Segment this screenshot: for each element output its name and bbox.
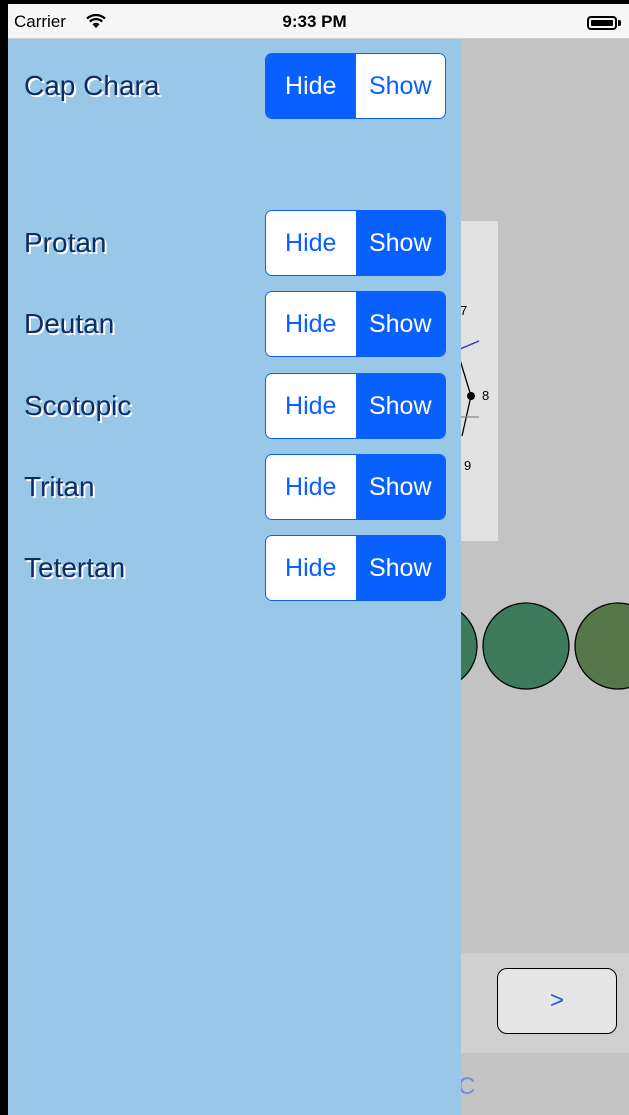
cap-point [467,392,475,400]
clock: 9:33 PM [282,12,347,31]
hide-segment[interactable]: Hide [266,54,356,118]
tetertan-toggle[interactable]: Hide Show [265,535,446,601]
device-frame-left [0,0,8,1115]
scotopic-label: Scotopic [24,390,132,421]
color-cap[interactable] [574,602,629,690]
battery-icon [587,16,617,30]
hide-segment[interactable]: Hide [266,292,356,356]
hide-segment[interactable]: Hide [266,536,356,600]
color-caps-row [440,602,629,690]
device-frame-top [0,0,629,4]
hide-segment[interactable]: Hide [266,374,356,438]
show-segment[interactable]: Show [355,374,445,438]
hide-segment[interactable]: Hide [266,455,356,519]
protan-label: Protan [24,227,107,258]
protan-toggle[interactable]: Hide Show [265,210,446,276]
show-segment[interactable]: Show [355,536,445,600]
show-segment[interactable]: Show [355,455,445,519]
battery-tip [618,20,621,26]
cap-number-label: 7 [460,303,468,318]
tritan-label: Tritan [24,471,95,502]
tritan-toggle[interactable]: Hide Show [265,454,446,520]
color-cap[interactable] [482,602,570,690]
cap-chara-toggle[interactable]: Hide Show [265,53,446,119]
deutan-label: Deutan [24,308,115,339]
deutan-toggle[interactable]: Hide Show [265,291,446,357]
scotopic-toggle[interactable]: Hide Show [265,373,446,439]
next-button[interactable]: > [497,968,617,1034]
show-segment[interactable]: Show [355,292,445,356]
display-options-panel: Cap Chara Hide Show Protan Hide Show Deu… [8,38,461,1115]
show-segment[interactable]: Show [355,211,445,275]
show-segment[interactable]: Show [355,54,445,118]
tetertan-label: Tetertan [24,552,126,583]
cap-chara-label: Cap Chara [24,70,160,101]
status-bar: Carrier 9:33 PM [0,4,629,39]
hide-segment[interactable]: Hide [266,211,356,275]
cap-number-label: 9 [464,458,472,473]
cap-number-label: 8 [482,388,490,403]
